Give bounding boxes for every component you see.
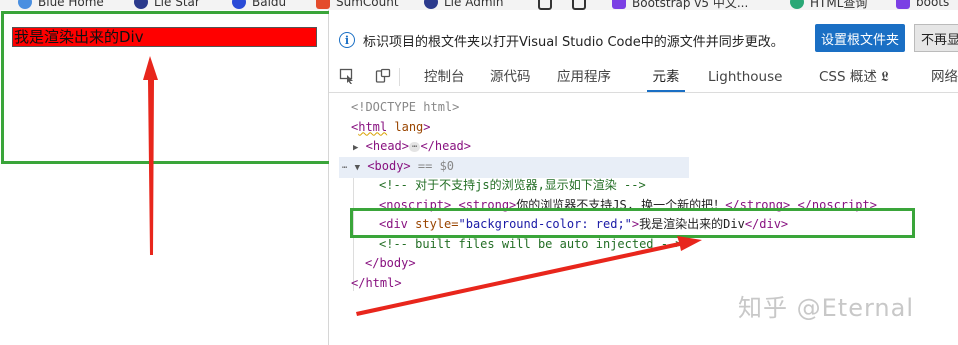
- arrow-up-annotation: [143, 56, 158, 255]
- arrow-diagonal-annotation: [356, 236, 702, 316]
- annotation-arrows: [143, 56, 702, 316]
